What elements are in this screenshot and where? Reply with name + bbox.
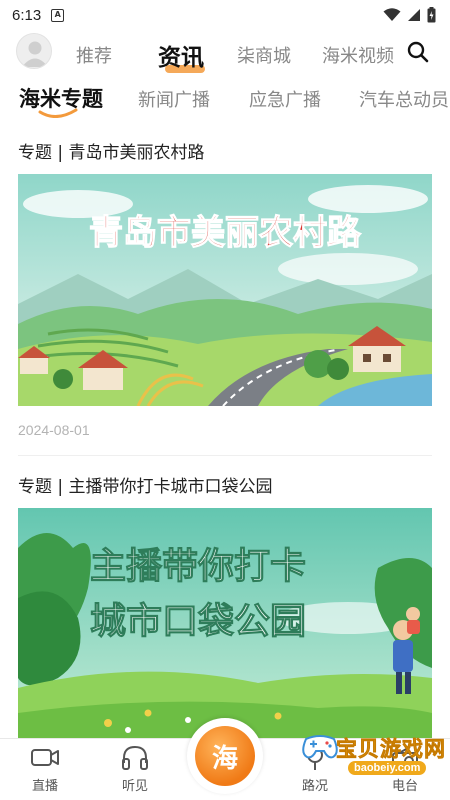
center-hai-button[interactable]: 海: [187, 718, 263, 794]
nav-label: 直播: [31, 779, 58, 794]
article-title[interactable]: 专题 | 青岛市美丽农村路: [18, 138, 205, 163]
nav-item-live[interactable]: 直播: [15, 745, 75, 794]
watermark-text: 宝贝游戏网: [336, 737, 446, 762]
article-banner[interactable]: 主播带你打卡 城市口袋公园: [18, 508, 432, 738]
sub-nav: 海米专题 新闻广播 应急广播 汽车总动员: [0, 78, 450, 118]
signal-icon: [408, 9, 420, 21]
status-bar: 6:13 A: [0, 0, 450, 30]
search-icon[interactable]: [406, 40, 430, 64]
subtab-emergency-broadcast[interactable]: 应急广播: [249, 86, 321, 112]
center-hai-label: 海: [195, 726, 255, 786]
banner-illustration-rural-road: 青岛市美丽农村路: [18, 174, 432, 406]
app-notification-icon: A: [51, 8, 65, 22]
battery-icon: [427, 7, 436, 23]
article-title[interactable]: 专题 | 主播带你打卡城市口袋公园: [18, 472, 273, 497]
article-banner[interactable]: 青岛市美丽农村路: [18, 174, 432, 406]
tab-news[interactable]: 资讯: [158, 38, 204, 72]
banner-headline-line2: 城市口袋公园: [90, 601, 306, 642]
subtab-active-indicator: [38, 108, 78, 118]
nav-item-listen[interactable]: 听见: [105, 745, 165, 794]
banner-headline-text: 青岛市美丽农村路: [89, 213, 362, 253]
nav-label: 听见: [121, 779, 148, 794]
video-camera-icon: [31, 749, 59, 766]
headphones-icon: [122, 745, 148, 770]
divider: [18, 455, 432, 456]
watermark-url: baobeiy.com: [348, 761, 427, 775]
banner-headline-line1: 主播带你打卡: [90, 546, 306, 587]
gamepad-icon: [302, 735, 338, 759]
top-nav: 推荐 资讯 柒商城 海米视频: [0, 30, 450, 74]
avatar[interactable]: [16, 33, 52, 69]
tab-video[interactable]: 海米视频: [322, 42, 394, 68]
status-time: 6:13: [12, 6, 42, 24]
article-date: 2024-08-01: [18, 422, 90, 438]
wifi-icon: [383, 8, 401, 21]
subtab-news-broadcast[interactable]: 新闻广播: [138, 86, 210, 112]
subtab-auto[interactable]: 汽车总动员: [359, 86, 449, 112]
tab-mall[interactable]: 柒商城: [237, 42, 291, 68]
tab-recommend[interactable]: 推荐: [76, 42, 112, 68]
user-avatar-icon: [22, 41, 48, 67]
watermark: 宝贝游戏网 baobeiy.com: [300, 733, 450, 788]
banner-illustration-pocket-park: 主播带你打卡 城市口袋公园: [18, 508, 432, 738]
